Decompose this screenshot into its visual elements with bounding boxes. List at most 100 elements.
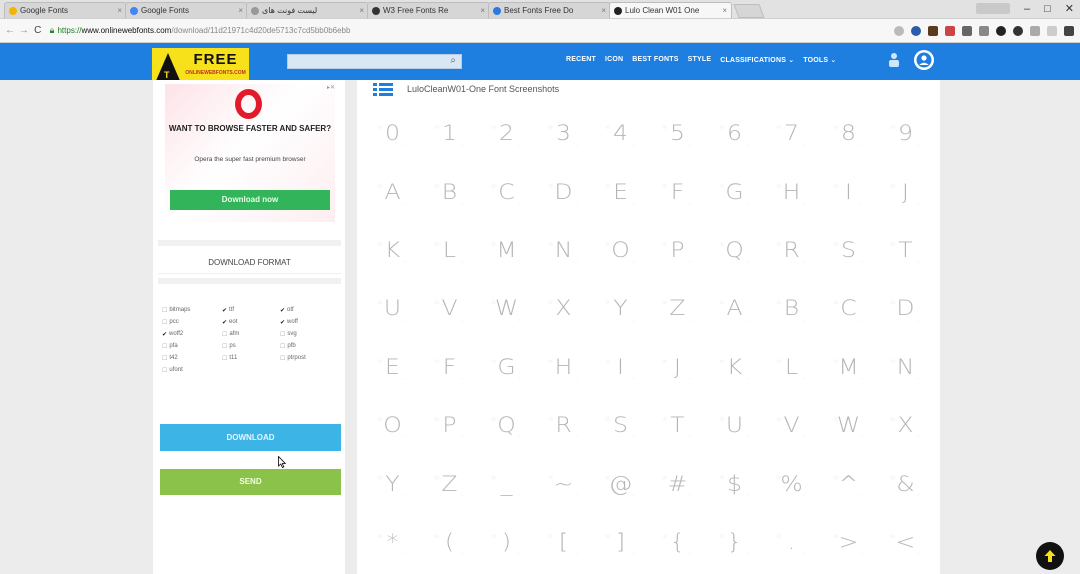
glyph-sample: Y	[360, 454, 425, 513]
format-checkbox[interactable]: ✔ woff2	[162, 329, 222, 339]
browser-tab[interactable]: Lulo Clean W01 One ×	[609, 2, 732, 18]
format-checkbox[interactable]: ☐ ps	[222, 341, 280, 351]
nav-item[interactable]: STYLE	[688, 56, 712, 64]
reload-icon[interactable]: C	[32, 25, 44, 36]
format-checkbox[interactable]: ☐ ufont	[162, 365, 222, 375]
format-label: pcc	[169, 319, 179, 325]
back-icon[interactable]: ←	[4, 25, 16, 36]
close-icon[interactable]: ✕	[1065, 2, 1074, 15]
checkbox-unchecked-icon: ☐	[222, 343, 228, 350]
format-checkbox[interactable]: ✔ woff	[280, 317, 338, 327]
glyph-sample: 5	[645, 104, 710, 163]
glyph-sample: 8	[816, 104, 881, 163]
glyph-screenshot-grid: 0123456789ABCDEFGHIJKLMNOPQRSTUVWXYZABCD…	[360, 104, 938, 572]
glyph-sample: ]	[588, 512, 653, 572]
search-icon[interactable]: ⌕	[450, 55, 456, 66]
browser-tab[interactable]: Best Fonts Free Do ×	[488, 2, 611, 18]
extension-icon[interactable]	[1047, 25, 1057, 36]
format-checkbox[interactable]: ✔ otf	[280, 305, 338, 315]
format-checkbox[interactable]: ✔ eot	[222, 317, 280, 327]
checkbox-checked-icon: ✔	[222, 319, 228, 326]
address-bar[interactable]: 🔒︎ https:// www.onlinewebfonts.com /down…	[50, 23, 894, 39]
minimize-icon[interactable]: –	[1024, 3, 1030, 15]
extension-icon[interactable]	[928, 25, 938, 36]
format-checkbox[interactable]: ☐ t11	[222, 353, 280, 363]
header-icons	[886, 50, 934, 70]
format-checkbox[interactable]: ☐ t42	[162, 353, 222, 363]
menu-icon[interactable]	[1064, 25, 1074, 36]
forward-icon[interactable]: →	[18, 25, 30, 36]
tab-close-icon[interactable]: ×	[722, 6, 727, 15]
section-divider	[158, 240, 341, 246]
browser-tab[interactable]: Google Fonts ×	[125, 2, 248, 18]
user-account-icon[interactable]	[914, 50, 934, 70]
bookmark-star-icon[interactable]	[894, 25, 904, 36]
glyph-sample: V	[759, 395, 824, 455]
tab-close-icon[interactable]: ×	[601, 6, 606, 15]
browser-tab[interactable]: لیست فونت های ×	[246, 2, 369, 18]
format-label: svg	[287, 331, 297, 337]
extension-icon[interactable]	[1030, 25, 1040, 36]
main-nav: RECENT ICON BEST FONTS STYLE CLASSIFICATIONS…	[566, 56, 837, 64]
tab-close-icon[interactable]: ×	[117, 6, 122, 15]
format-checkbox[interactable]: ✔ ttf	[222, 305, 280, 315]
nav-item[interactable]: CLASSIFICATIONS ⌄	[720, 56, 794, 64]
new-tab-button[interactable]	[733, 4, 765, 18]
glyph-sample: O	[588, 220, 653, 280]
glyph-sample: W	[474, 279, 539, 338]
nav-item[interactable]: RECENT	[566, 56, 596, 64]
opera-advertisement[interactable]: ▸✕ WANT TO BROWSE FASTER AND SAFER? Oper…	[165, 84, 335, 222]
window-controls: – □ ✕	[976, 2, 1074, 15]
nav-item[interactable]: TOOLS ⌄	[803, 56, 836, 64]
format-checkbox[interactable]: ☐ pfb	[280, 341, 338, 351]
format-checkbox[interactable]: ☐ ptrpost	[280, 353, 338, 363]
search-input[interactable]: ⌕	[287, 54, 462, 69]
checkbox-unchecked-icon: ☐	[162, 307, 168, 314]
extension-icon[interactable]	[996, 25, 1006, 36]
format-checkbox[interactable]: ☐ svg	[280, 329, 338, 339]
url-scheme: https://	[57, 26, 82, 35]
extension-icon[interactable]	[962, 25, 972, 36]
format-checkbox[interactable]: ☐ pcc	[162, 317, 222, 327]
download-button[interactable]: DOWNLOAD	[160, 424, 341, 451]
browser-tab[interactable]: W3 Free Fonts Re ×	[367, 2, 490, 18]
ad-body: Opera the super fast premium browser	[194, 156, 306, 163]
font-family-icon[interactable]	[886, 52, 902, 68]
format-label: bitmaps	[169, 307, 191, 313]
browser-tab[interactable]: Google Fonts ×	[4, 2, 127, 18]
tab-close-icon[interactable]: ×	[238, 6, 243, 15]
glyph-sample: Q	[474, 395, 539, 455]
nav-item[interactable]: ICON	[605, 56, 623, 64]
glyph-sample: )	[474, 512, 539, 572]
checkbox-unchecked-icon: ☐	[162, 367, 168, 374]
nav-item[interactable]: BEST FONTS	[632, 56, 678, 64]
glyph-sample: S	[588, 395, 653, 455]
glyph-sample: <	[873, 512, 938, 572]
format-checkbox[interactable]: ☐ pfa	[162, 341, 222, 351]
extension-icon[interactable]	[979, 25, 989, 36]
extension-icon[interactable]	[1013, 25, 1023, 36]
glyph-sample: L	[417, 220, 482, 280]
glyph-sample: 6	[702, 104, 767, 163]
checkbox-checked-icon: ✔	[280, 307, 286, 314]
browser-profile-button[interactable]	[976, 3, 1010, 14]
ad-close-icon[interactable]: ▸✕	[327, 84, 335, 91]
extension-icon[interactable]	[945, 25, 955, 36]
send-button[interactable]: SEND	[160, 469, 341, 495]
tab-label: لیست فونت های	[262, 6, 318, 15]
maximize-icon[interactable]: □	[1044, 3, 1051, 15]
format-checkbox[interactable]: ☐ afm	[222, 329, 280, 339]
ad-download-now-button[interactable]: Download now	[170, 190, 330, 210]
glyph-sample: 2	[474, 104, 539, 163]
format-checkbox[interactable]: ☐ bitmaps	[162, 305, 222, 315]
tab-favicon-icon	[251, 6, 259, 15]
tab-close-icon[interactable]: ×	[359, 6, 364, 15]
glyph-sample: M	[816, 337, 881, 396]
format-label: t11	[229, 355, 238, 361]
screenshots-header: LuloCleanW01-One Font Screenshots	[373, 82, 559, 96]
glyph-sample: W	[816, 395, 881, 455]
extension-icon[interactable]	[911, 25, 921, 36]
tab-close-icon[interactable]: ×	[480, 6, 485, 15]
scroll-to-top-button[interactable]	[1036, 542, 1064, 570]
tab-label: Best Fonts Free Do	[504, 6, 574, 15]
